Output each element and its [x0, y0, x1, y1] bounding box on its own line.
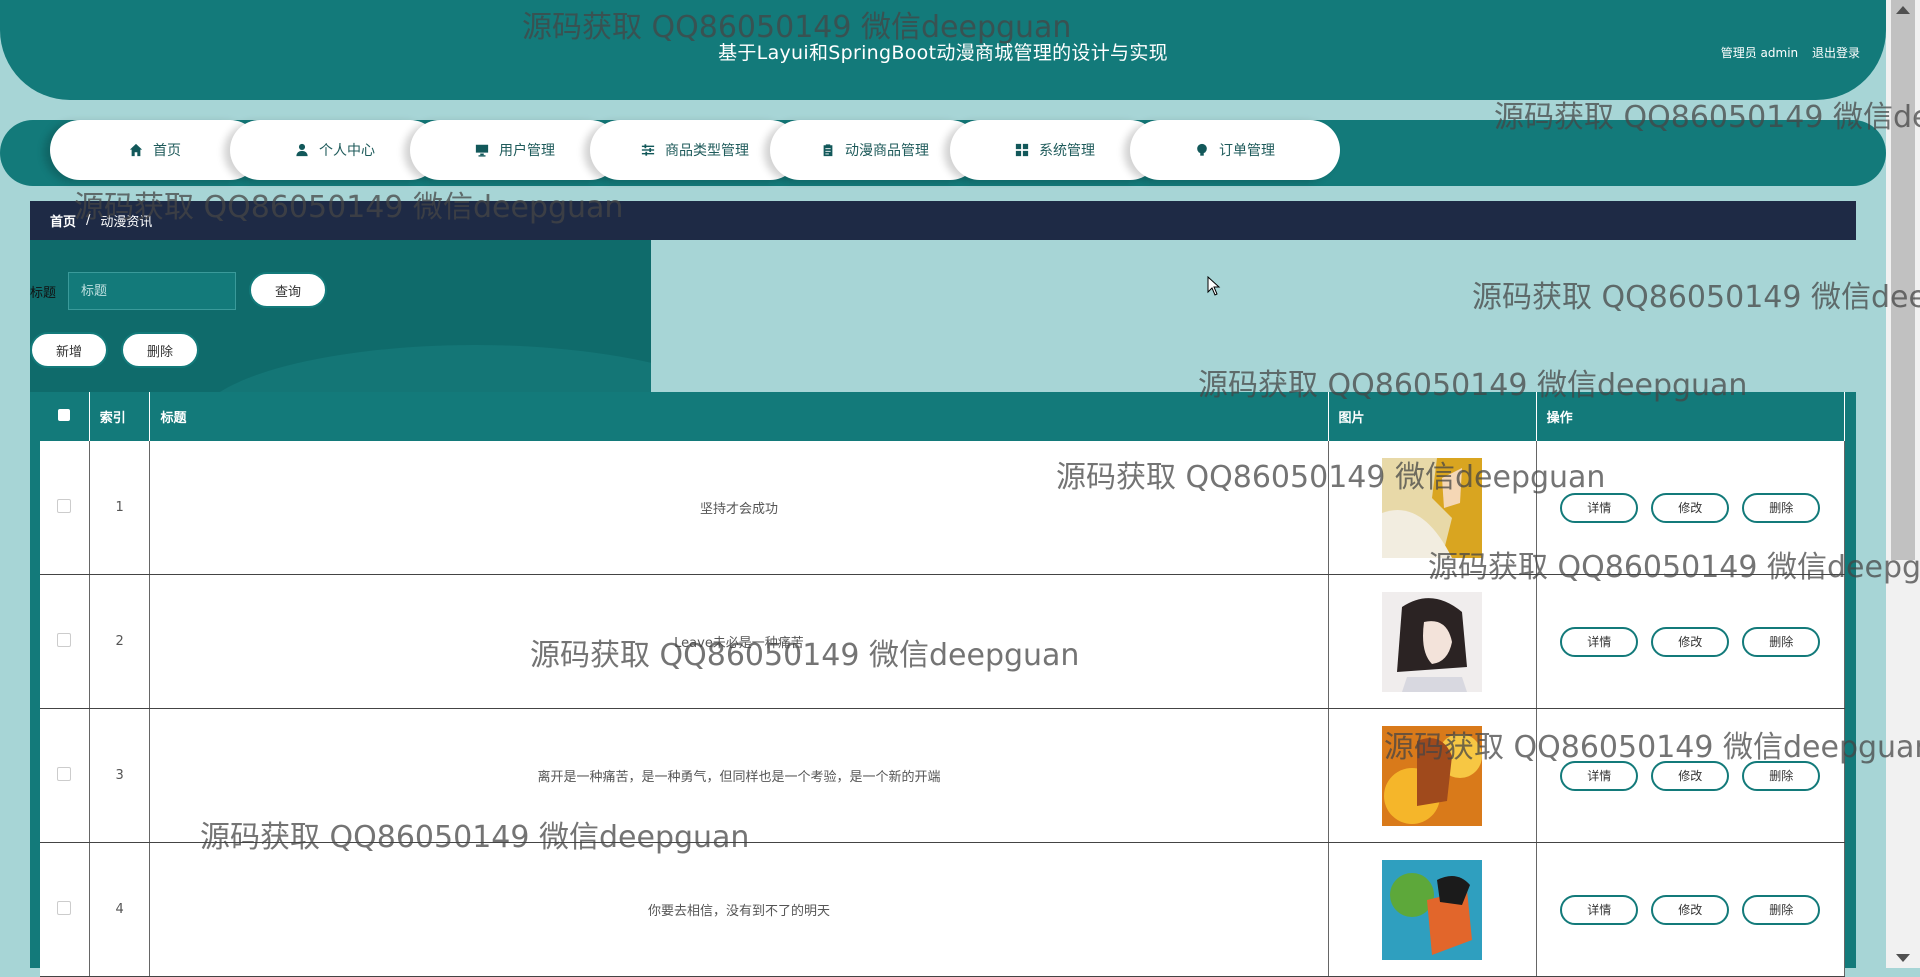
detail-button[interactable]: 详情: [1560, 492, 1639, 523]
anime-thumbnail[interactable]: [1382, 859, 1483, 960]
admin-label: 管理员 admin: [1720, 46, 1799, 60]
search-input[interactable]: [68, 272, 236, 310]
index-header: 索引: [89, 392, 151, 441]
breadcrumb: 首页 / 动漫资讯: [30, 201, 1856, 240]
table-header-row: 索引 标题 图片 操作: [40, 392, 1846, 441]
delete-button[interactable]: 删除: [1742, 626, 1821, 657]
row-title: 离开是一种痛苦，是一种勇气，但同样也是一个考验，是一个新的开端: [149, 708, 1329, 843]
edit-button[interactable]: 修改: [1651, 760, 1730, 791]
mouse-cursor-icon: [1207, 276, 1221, 296]
sliders-icon: [641, 144, 655, 156]
row-image-cell: [1328, 842, 1537, 977]
row-index: 2: [89, 574, 151, 709]
logout-link[interactable]: 退出登录: [1812, 46, 1860, 60]
nav-item-category-management[interactable]: 商品类型管理: [590, 120, 800, 180]
nav-item-order-management[interactable]: 订单管理: [1130, 120, 1340, 180]
search-label: 标题: [30, 286, 57, 301]
row-actions: 详情 修改 删除: [1536, 842, 1846, 977]
nav-item-system-management[interactable]: 系统管理: [950, 120, 1160, 180]
nav-item-anime-product-management[interactable]: 动漫商品管理: [770, 120, 980, 180]
row-actions: 详情 修改 删除: [1536, 708, 1846, 843]
title-header: 标题: [149, 392, 1329, 441]
breadcrumb-home[interactable]: 首页: [50, 211, 76, 230]
detail-button[interactable]: 详情: [1560, 894, 1639, 925]
table-row: 1 坚持才会成功 详情 修改 删除: [40, 441, 1846, 575]
nav-item-user-management[interactable]: 用户管理: [410, 120, 620, 180]
clipboard-icon: [823, 144, 833, 157]
nav-label: 用户管理: [499, 143, 555, 159]
search-panel: [30, 240, 651, 392]
row-title: Leave未必是一种痛苦: [149, 574, 1329, 709]
scrollbar-thumb[interactable]: [1891, 0, 1915, 560]
row-actions: 详情 修改 删除: [1536, 441, 1846, 575]
watermark: 源码获取 QQ86050149 微信deepguan: [1472, 280, 1920, 315]
anime-thumbnail[interactable]: [1382, 457, 1483, 558]
bulb-icon: [1197, 143, 1207, 156]
data-table: 索引 标题 图片 操作 1 坚持才会成功 详情 修改 删除 2 Leave未必是…: [30, 392, 1856, 977]
row-checkbox[interactable]: [57, 632, 72, 647]
nav-label: 个人中心: [319, 143, 375, 159]
site-title: 基于Layui和SpringBoot动漫商城管理的设计与实现: [718, 42, 1168, 64]
nav-item-home[interactable]: 首页: [50, 120, 260, 180]
delete-button[interactable]: 删除: [1742, 760, 1821, 791]
select-all-header: [40, 392, 90, 441]
row-checkbox-cell: [40, 441, 90, 575]
row-index: 3: [89, 708, 151, 843]
row-checkbox[interactable]: [57, 498, 72, 513]
select-all-checkbox[interactable]: [57, 408, 70, 421]
nav-label: 动漫商品管理: [845, 143, 929, 159]
row-checkbox-cell: [40, 574, 90, 709]
monitor-icon: [475, 144, 489, 157]
nav-label: 订单管理: [1219, 143, 1275, 159]
add-button[interactable]: 新增: [30, 332, 108, 368]
breadcrumb-separator: /: [86, 213, 91, 228]
delete-button[interactable]: 删除: [1742, 894, 1821, 925]
user-icon: [296, 143, 308, 157]
breadcrumb-current: 动漫资讯: [100, 215, 153, 230]
row-index: 1: [89, 441, 151, 575]
anime-thumbnail[interactable]: [1382, 725, 1483, 826]
row-title: 坚持才会成功: [149, 441, 1329, 575]
home-icon: [129, 143, 143, 157]
row-checkbox-cell: [40, 708, 90, 843]
nav-label: 首页: [153, 143, 181, 159]
batch-delete-button[interactable]: 删除: [121, 332, 199, 368]
panel-decoration: [195, 345, 651, 392]
delete-button[interactable]: 删除: [1742, 492, 1821, 523]
grid-icon: [1015, 143, 1029, 157]
row-index: 4: [89, 842, 151, 977]
nav-label: 商品类型管理: [665, 143, 749, 159]
detail-button[interactable]: 详情: [1560, 626, 1639, 657]
detail-button[interactable]: 详情: [1560, 760, 1639, 791]
user-area: 管理员 admin 退出登录: [1711, 44, 1860, 61]
scroll-down-arrow-icon[interactable]: [1896, 954, 1910, 962]
table-row: 4 你要去相信，没有到不了的明天 详情 修改 删除: [40, 842, 1846, 977]
table-row: 3 离开是一种痛苦，是一种勇气，但同样也是一个考验，是一个新的开端 详情 修改 …: [40, 708, 1846, 843]
edit-button[interactable]: 修改: [1651, 626, 1730, 657]
edit-button[interactable]: 修改: [1651, 894, 1730, 925]
nav-label: 系统管理: [1039, 143, 1095, 159]
row-title: 你要去相信，没有到不了的明天: [149, 842, 1329, 977]
anime-thumbnail[interactable]: [1382, 591, 1483, 692]
row-checkbox-cell: [40, 842, 90, 977]
row-checkbox[interactable]: [57, 766, 72, 781]
nav-item-personal-center[interactable]: 个人中心: [230, 120, 440, 180]
row-image-cell: [1328, 441, 1537, 575]
scroll-up-arrow-icon[interactable]: [1896, 6, 1910, 14]
edit-button[interactable]: 修改: [1651, 492, 1730, 523]
row-image-cell: [1328, 708, 1537, 843]
image-header: 图片: [1328, 392, 1537, 441]
row-actions: 详情 修改 删除: [1536, 574, 1846, 709]
row-checkbox[interactable]: [57, 900, 72, 915]
query-button[interactable]: 查询: [249, 272, 327, 308]
table-row: 2 Leave未必是一种痛苦 详情 修改 删除: [40, 574, 1846, 709]
row-image-cell: [1328, 574, 1537, 709]
operation-header: 操作: [1536, 392, 1846, 441]
